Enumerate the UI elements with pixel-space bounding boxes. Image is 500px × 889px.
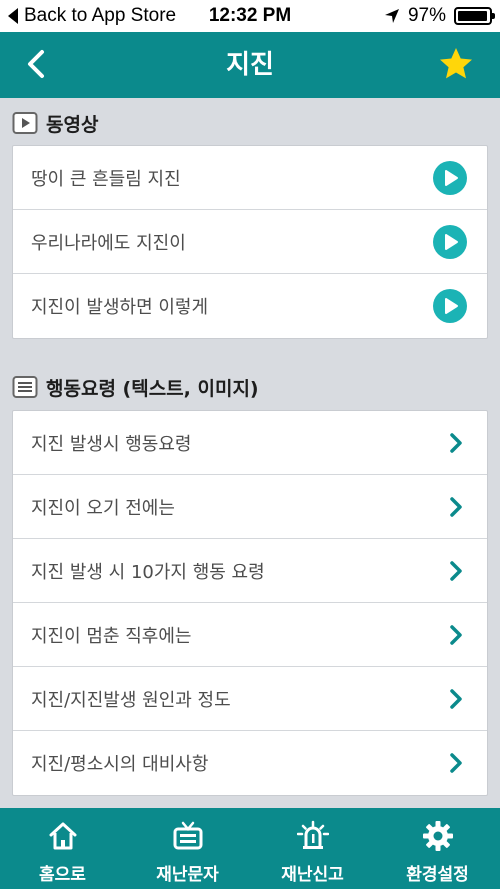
battery-icon: [454, 7, 495, 25]
section-header-videos: 동영상: [12, 108, 98, 138]
chevron-right-icon: [450, 624, 462, 645]
nav-header: 지진: [0, 32, 500, 98]
tab-disaster-sms-label: 재난문자: [156, 865, 219, 885]
guide-list: 지진 발생시 행동요령 지진이 오기 전에는 지진 발생 시 10가지 행동 요…: [12, 410, 488, 796]
text-image-section-icon: [12, 376, 38, 398]
tab-settings-label: 환경설정: [406, 865, 469, 885]
guide-item[interactable]: 지진 발생시 행동요령: [13, 411, 487, 475]
guide-item[interactable]: 지진/평소시의 대비사항: [13, 731, 487, 795]
guide-item[interactable]: 지진이 오기 전에는: [13, 475, 487, 539]
status-bar: Back to App Store 12:32 PM 97%: [0, 0, 500, 32]
guide-item-label: 지진 발생 시 10가지 행동 요령: [31, 561, 265, 583]
video-item[interactable]: 지진이 발생하면 이렇게: [13, 274, 487, 338]
page-title: 지진: [226, 50, 274, 80]
guide-item-label: 지진이 오기 전에는: [31, 497, 175, 519]
play-icon[interactable]: [433, 289, 467, 323]
tv-icon: [173, 821, 202, 850]
guide-item-label: 지진/지진발생 원인과 정도: [31, 689, 231, 711]
tab-disaster-report[interactable]: 재난신고: [250, 808, 375, 889]
guide-item-label: 지진이 멈춘 직후에는: [31, 625, 192, 647]
tab-home[interactable]: 홈으로: [0, 808, 125, 889]
guide-item[interactable]: 지진 발생 시 10가지 행동 요령: [13, 539, 487, 603]
video-item-label: 지진이 발생하면 이렇게: [31, 297, 209, 318]
chevron-right-icon: [450, 432, 462, 453]
tab-settings[interactable]: 환경설정: [375, 808, 500, 889]
siren-icon: [296, 820, 329, 849]
battery-percent: 97%: [407, 5, 446, 26]
chevron-right-icon: [450, 560, 462, 581]
video-item-label: 우리나라에도 지진이: [31, 232, 186, 254]
home-icon: [49, 822, 76, 850]
bottom-tab-bar: 홈으로 재난문자 재난신고 환경설정: [0, 808, 500, 889]
guide-item-label: 지진 발생시 행동요령: [31, 433, 192, 455]
status-right: 97%: [384, 5, 495, 27]
video-list: 땅이 큰 흔들림 지진 우리나라에도 지진이 지진이 발생하면 이렇게: [12, 145, 488, 339]
tab-disaster-sms[interactable]: 재난문자: [125, 808, 250, 889]
video-item[interactable]: 땅이 큰 흔들림 지진: [13, 146, 487, 210]
chevron-right-icon: [450, 753, 462, 773]
chevron-right-icon: [450, 688, 462, 709]
section-title-videos: 동영상: [46, 113, 99, 136]
section-title-guides: 행동요령 (텍스트, 이미지): [46, 377, 259, 400]
guide-item[interactable]: 지진이 멈춘 직후에는: [13, 603, 487, 667]
battery-level: [458, 11, 488, 21]
gear-icon: [422, 821, 453, 851]
play-icon[interactable]: [433, 224, 467, 259]
section-header-guides: 행동요령 (텍스트, 이미지): [12, 372, 259, 402]
video-item-label: 땅이 큰 흔들림 지진: [31, 168, 181, 190]
video-section-icon: [12, 112, 38, 134]
star-icon[interactable]: [436, 44, 476, 84]
chevron-right-icon: [450, 496, 462, 517]
guide-item[interactable]: 지진/지진발생 원인과 정도: [13, 667, 487, 731]
tab-disaster-report-label: 재난신고: [281, 865, 344, 885]
location-arrow-icon: [384, 9, 399, 23]
guide-item-label: 지진/평소시의 대비사항: [31, 754, 209, 775]
play-icon[interactable]: [433, 160, 467, 195]
tab-home-label: 홈으로: [39, 865, 86, 885]
video-item[interactable]: 우리나라에도 지진이: [13, 210, 487, 274]
